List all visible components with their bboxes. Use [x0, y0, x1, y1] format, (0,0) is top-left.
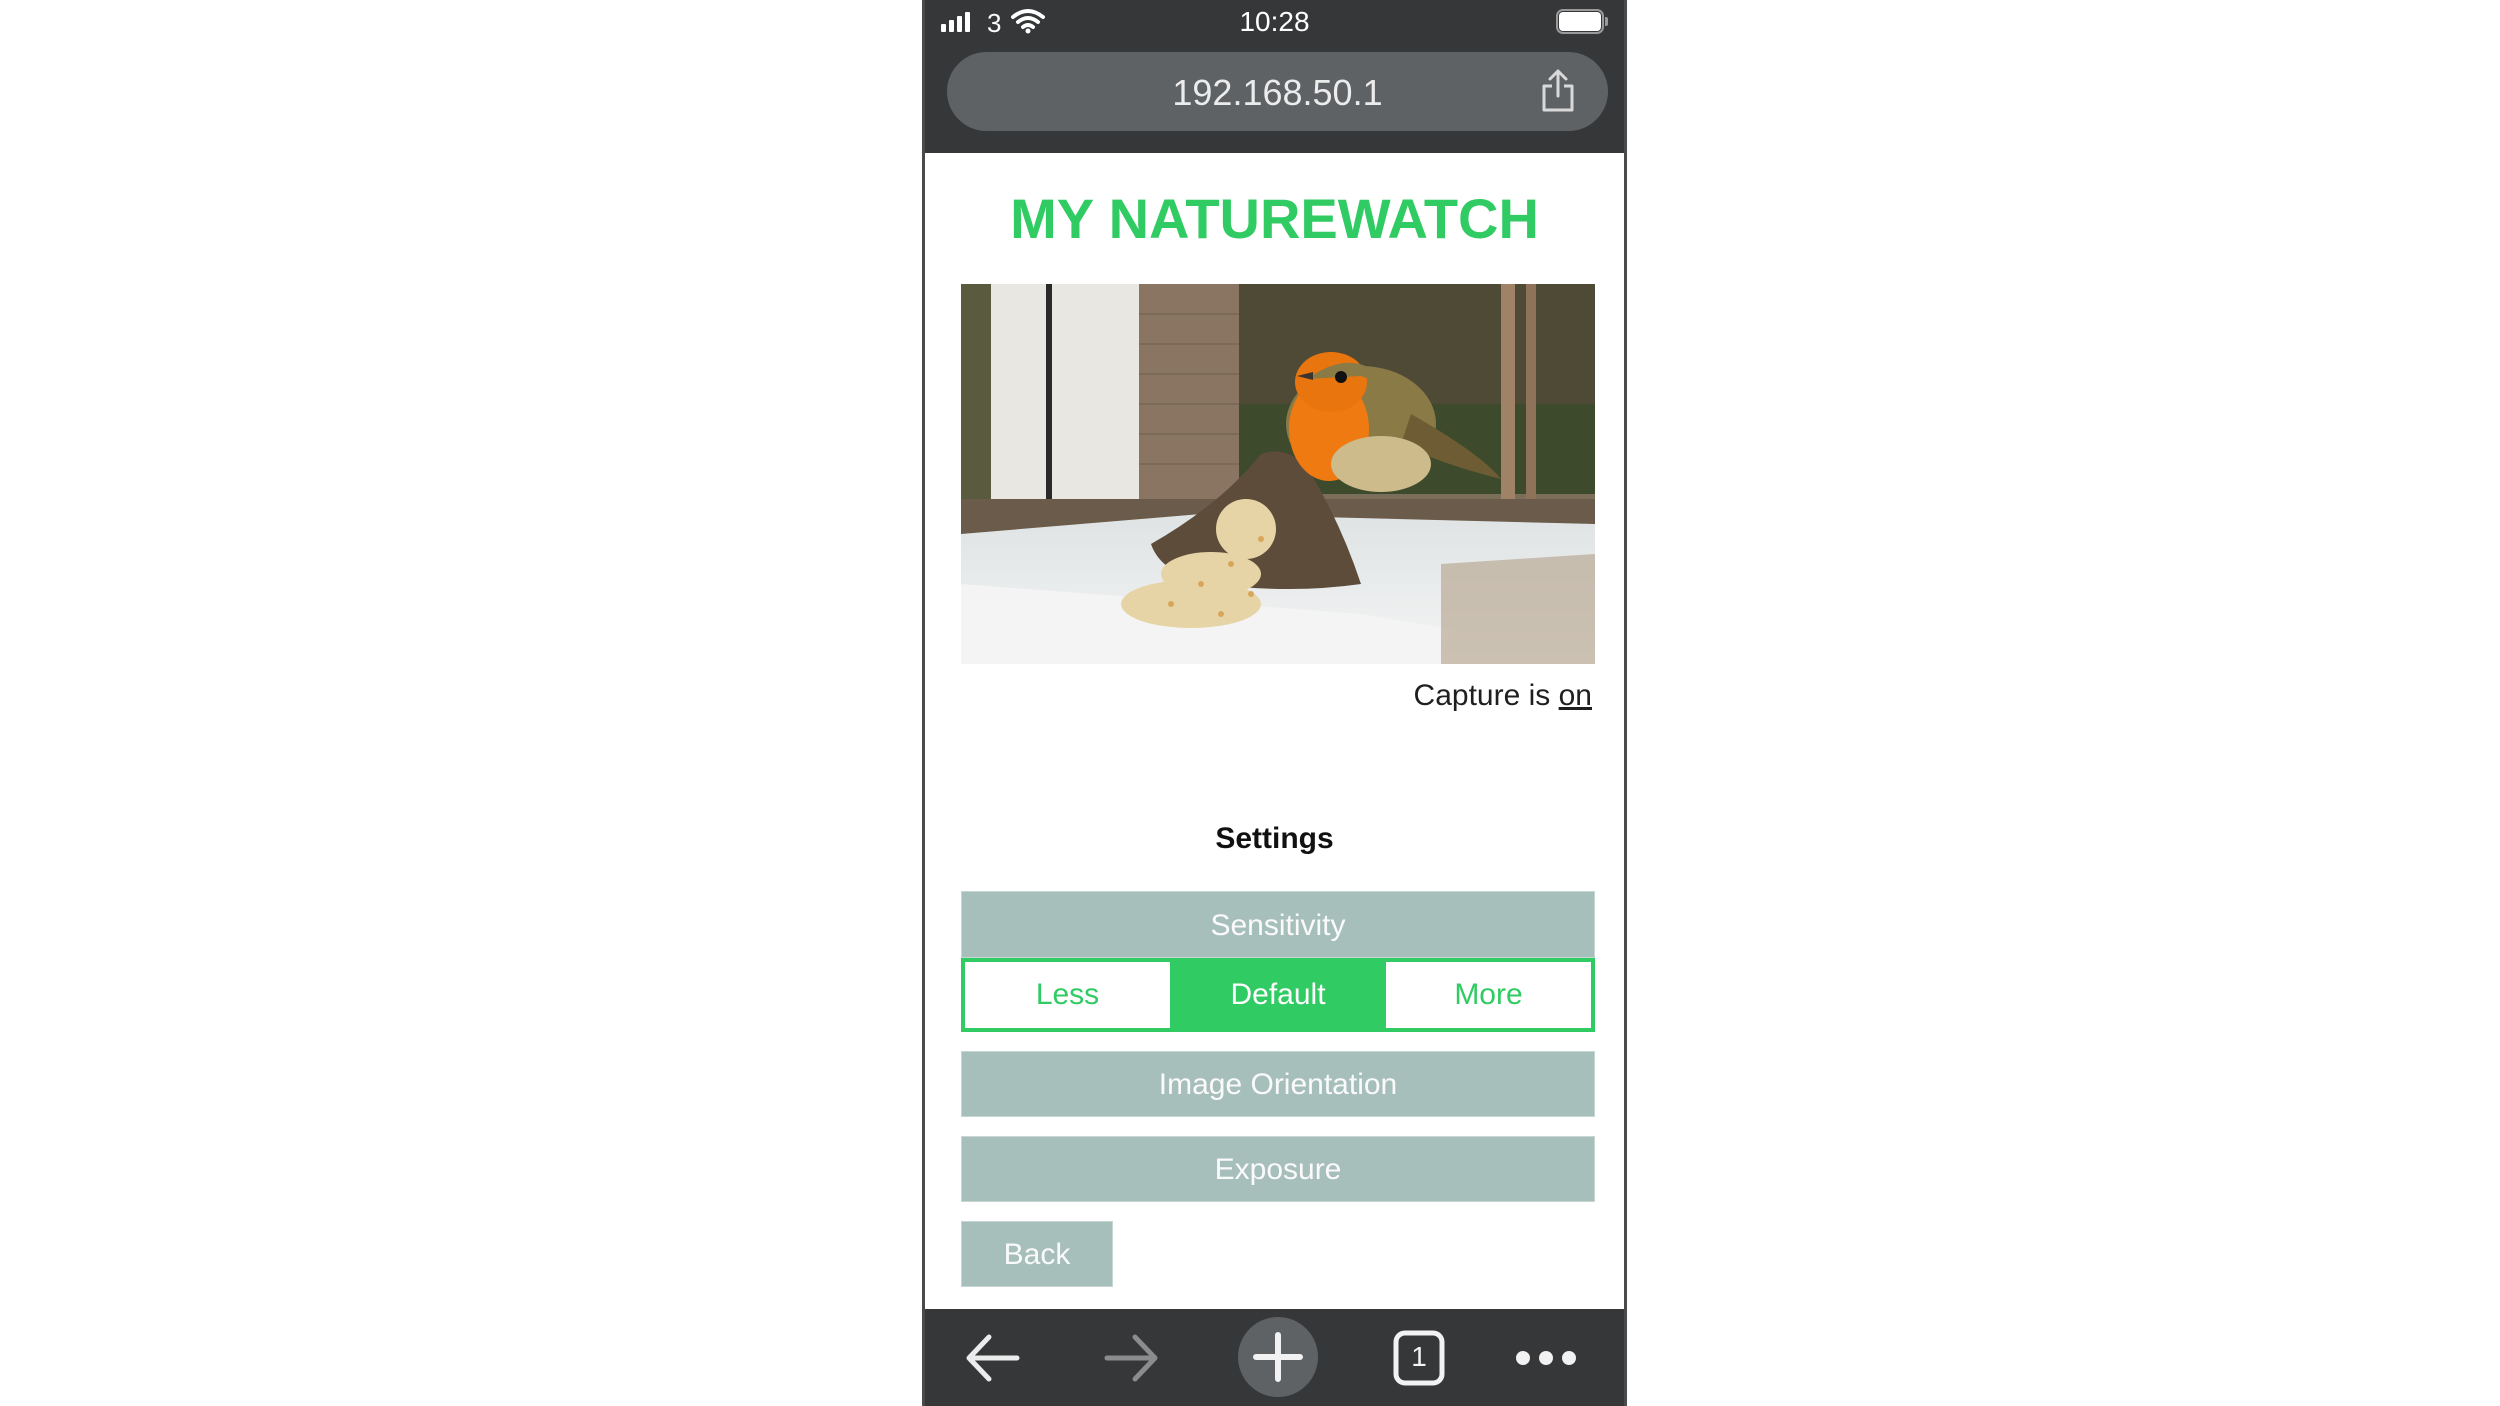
sensitivity-less-button[interactable]: Less: [965, 962, 1170, 1028]
status-bar: 3 10:28: [925, 0, 1624, 46]
status-time: 10:28: [1239, 6, 1310, 37]
back-button[interactable]: Back: [961, 1221, 1113, 1287]
browser-top-chrome: 3 10:28 192.168.50.1: [925, 0, 1624, 153]
arrow-right-icon[interactable]: [1101, 1323, 1161, 1393]
sensitivity-default-button[interactable]: Default: [1170, 962, 1386, 1028]
url-text[interactable]: 192.168.50.1: [947, 72, 1608, 114]
sensitivity-more-button[interactable]: More: [1386, 962, 1591, 1028]
image-orientation-button[interactable]: Image Orientation: [961, 1051, 1595, 1117]
capture-status: Capture is on: [1414, 679, 1592, 713]
robin-photo: [961, 284, 1595, 664]
tabs-button[interactable]: 1: [1391, 1323, 1447, 1393]
sensitivity-segmented-control: Less Default More: [961, 958, 1595, 1032]
page-title: MY NATUREWATCH: [1010, 187, 1539, 250]
arrow-left-icon[interactable]: [963, 1323, 1023, 1393]
battery-full-icon: [1556, 9, 1608, 34]
exposure-button[interactable]: Exposure: [961, 1136, 1595, 1202]
capture-toggle-link[interactable]: on: [1559, 679, 1592, 712]
share-icon[interactable]: [1538, 68, 1578, 114]
more-horizontal-icon[interactable]: [1511, 1323, 1581, 1393]
tab-count: 1: [1411, 1341, 1427, 1372]
capture-status-label: Capture is: [1413, 679, 1551, 712]
address-bar[interactable]: 192.168.50.1: [947, 52, 1608, 131]
settings-heading: Settings: [1215, 822, 1334, 855]
camera-feed-image: [961, 284, 1595, 664]
sensitivity-button[interactable]: Sensitivity: [961, 891, 1595, 958]
phone-screen: 3 10:28 192.168.50.1 MY NATUREWATCH Capt…: [922, 0, 1627, 1406]
browser-bottom-toolbar: 1: [925, 1309, 1624, 1406]
plus-icon: [1253, 1332, 1303, 1382]
new-tab-button[interactable]: [1238, 1317, 1318, 1397]
